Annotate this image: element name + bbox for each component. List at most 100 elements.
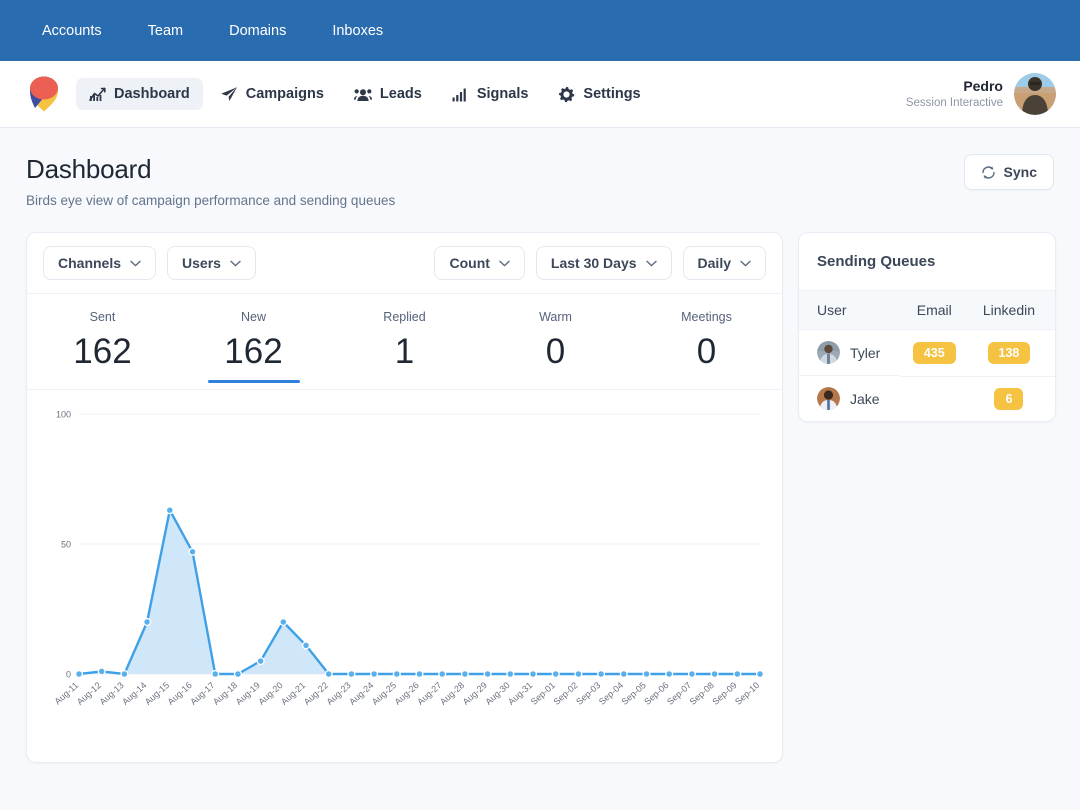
svg-text:Aug-15: Aug-15	[143, 680, 171, 707]
stat-replied[interactable]: Replied 1	[329, 310, 480, 383]
stat-warm[interactable]: Warm 0	[480, 310, 631, 383]
nav-item-signals[interactable]: Signals	[439, 78, 542, 110]
stat-meetings[interactable]: Meetings 0	[631, 310, 782, 383]
filters-row: Channels Users Count Last 30 Days Daily	[27, 233, 782, 294]
filters-left: Channels Users	[43, 246, 256, 280]
top-account-bar: Accounts Team Domains Inboxes	[0, 0, 1080, 61]
user-org: Session Interactive	[905, 96, 1003, 109]
status-badge: 138	[987, 341, 1031, 364]
svg-text:Aug-16: Aug-16	[166, 680, 194, 707]
svg-text:Sep-09: Sep-09	[710, 680, 738, 707]
topnav-item-team[interactable]: Team	[134, 17, 197, 45]
nav-item-campaigns[interactable]: Campaigns	[207, 78, 337, 110]
stat-sent-value: 162	[73, 332, 132, 371]
queue-user-name: Jake	[850, 390, 880, 407]
nav-item-signals-label: Signals	[476, 86, 529, 102]
main-navbar: Dashboard Campaigns Leads Signals Settin…	[0, 61, 1080, 128]
avatar[interactable]	[1014, 73, 1056, 115]
filter-channels-label: Channels	[58, 255, 122, 271]
svg-text:Aug-20: Aug-20	[256, 680, 284, 707]
chevron-down-icon	[740, 260, 751, 267]
column-header-linkedin: Linkedin	[968, 290, 1055, 330]
svg-text:Aug-25: Aug-25	[370, 680, 398, 707]
stat-new[interactable]: New 162	[178, 310, 329, 383]
queue-email-cell: 435	[899, 329, 969, 377]
stat-sent-underline	[57, 380, 149, 383]
topnav-item-inboxes[interactable]: Inboxes	[318, 17, 397, 45]
svg-text:Aug-17: Aug-17	[188, 680, 216, 707]
svg-text:Sep-03: Sep-03	[574, 680, 602, 707]
chevron-down-icon	[130, 260, 141, 267]
pin-logo-icon[interactable]	[26, 75, 62, 113]
svg-text:Aug-12: Aug-12	[75, 680, 103, 707]
table-row[interactable]: Tyler 435 138	[799, 329, 1055, 377]
svg-text:Aug-19: Aug-19	[234, 680, 262, 707]
metrics-card: Channels Users Count Last 30 Days Daily …	[26, 232, 783, 763]
filter-users-label: Users	[182, 255, 221, 271]
dashboard-layout: Channels Users Count Last 30 Days Daily …	[26, 232, 1056, 763]
stat-sent-label: Sent	[89, 310, 116, 324]
column-header-email: Email	[899, 290, 969, 330]
svg-text:Aug-14: Aug-14	[120, 680, 148, 707]
paper-plane-icon	[220, 86, 238, 102]
topnav-item-domains[interactable]: Domains	[215, 17, 300, 45]
stat-replied-underline	[359, 380, 451, 383]
table-row[interactable]: Jake 6	[799, 376, 1055, 421]
nav-item-leads[interactable]: Leads	[341, 78, 435, 110]
svg-text:Sep-07: Sep-07	[665, 680, 693, 707]
signal-bars-icon	[452, 87, 469, 102]
chevron-down-icon	[499, 260, 510, 267]
stats-row: Sent 162 New 162 Replied 1 Warm 0 Meetin…	[27, 294, 782, 390]
status-badge: 435	[912, 341, 956, 364]
sync-button[interactable]: Sync	[963, 154, 1054, 190]
svg-text:Sep-10: Sep-10	[733, 680, 761, 707]
refresh-icon	[981, 165, 996, 180]
stat-sent[interactable]: Sent 162	[27, 310, 178, 383]
nav-item-settings[interactable]: Settings	[545, 78, 653, 111]
svg-text:Sep-08: Sep-08	[688, 680, 716, 707]
stat-meetings-underline	[661, 380, 753, 383]
chevron-down-icon	[230, 260, 241, 267]
chevron-down-icon	[645, 260, 657, 267]
stat-new-value: 162	[224, 332, 283, 371]
filter-granularity-label: Daily	[697, 255, 731, 271]
nav-item-dashboard[interactable]: Dashboard	[76, 78, 203, 110]
chart-line-up-icon	[89, 87, 106, 102]
svg-text:Aug-26: Aug-26	[393, 680, 421, 707]
status-badge: 6	[994, 387, 1024, 410]
svg-text:Aug-24: Aug-24	[347, 680, 375, 707]
user-photo-avatar	[817, 341, 840, 364]
svg-text:Sep-01: Sep-01	[529, 680, 557, 707]
people-group-icon	[353, 87, 372, 102]
sending-queues-title: Sending Queues	[817, 253, 936, 270]
filter-date-range[interactable]: Last 30 Days	[535, 246, 672, 280]
svg-text:Aug-18: Aug-18	[211, 680, 239, 707]
svg-text:Sep-05: Sep-05	[620, 680, 648, 707]
new-leads-area-chart[interactable]: 050100Aug-11Aug-12Aug-13Aug-14Aug-15Aug-…	[37, 402, 772, 752]
svg-text:Sep-04: Sep-04	[597, 680, 625, 707]
nav-item-dashboard-label: Dashboard	[114, 86, 190, 102]
page-content: Dashboard Birds eye view of campaign per…	[0, 128, 1080, 763]
queue-linkedin-cell: 6	[969, 376, 1055, 421]
svg-text:Aug-22: Aug-22	[302, 680, 330, 707]
topnav-item-accounts[interactable]: Accounts	[28, 17, 116, 45]
page-header: Dashboard Birds eye view of campaign per…	[26, 154, 1054, 208]
filter-channels[interactable]: Channels	[43, 246, 157, 280]
stat-warm-value: 0	[545, 332, 566, 371]
svg-text:100: 100	[56, 409, 71, 419]
nav-item-settings-label: Settings	[583, 86, 641, 102]
sending-queues-card: Sending Queues User Email Linkedin Tyler…	[798, 232, 1056, 422]
svg-text:Sep-06: Sep-06	[642, 680, 670, 707]
svg-text:Sep-02: Sep-02	[551, 680, 579, 707]
filter-granularity[interactable]: Daily	[682, 246, 766, 280]
svg-text:Aug-28: Aug-28	[438, 680, 466, 707]
page-title: Dashboard	[26, 154, 152, 184]
filter-users[interactable]: Users	[167, 246, 256, 280]
stat-warm-underline	[510, 380, 602, 383]
queue-user-name: Tyler	[850, 344, 881, 361]
filter-count[interactable]: Count	[434, 246, 525, 280]
svg-text:50: 50	[61, 539, 71, 549]
user-menu[interactable]: Pedro Session Interactive	[906, 73, 1056, 115]
svg-text:Aug-31: Aug-31	[506, 680, 534, 707]
filter-date-range-label: Last 30 Days	[550, 255, 637, 271]
